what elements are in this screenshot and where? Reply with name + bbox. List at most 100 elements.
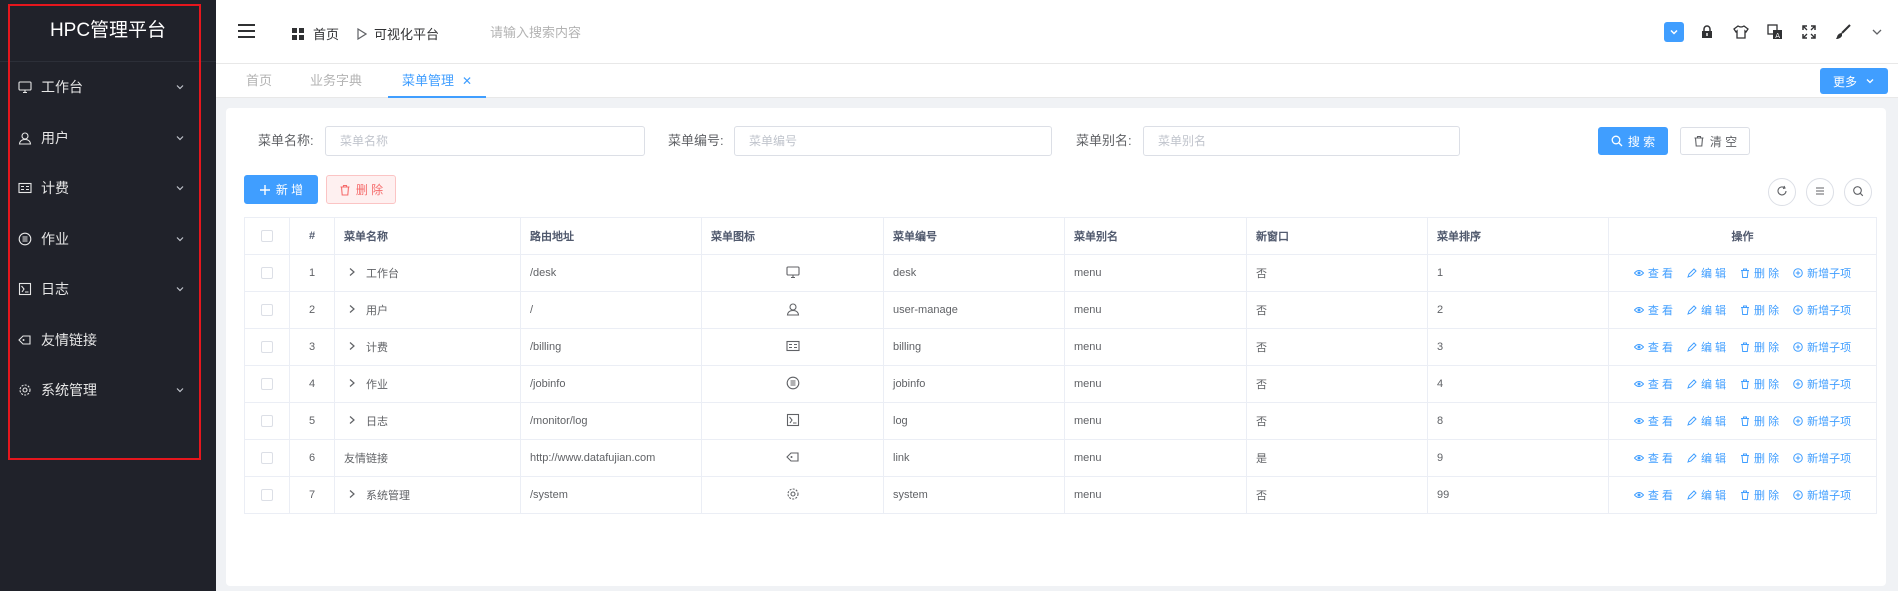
select-all-checkbox[interactable]	[261, 230, 273, 243]
row-code: jobinfo	[883, 365, 1065, 403]
chevron-right-icon[interactable]	[348, 304, 358, 317]
table-row[interactable]: 1 工作台/desk desk menu 否 1 查 看编 辑删 除新增子项	[244, 254, 1877, 292]
view-button[interactable]: 查 看	[1633, 376, 1673, 392]
edit-button[interactable]: 编 辑	[1687, 265, 1726, 281]
add-child-button[interactable]: 新增子项	[1793, 487, 1851, 503]
view-button[interactable]: 查 看	[1633, 413, 1673, 429]
eye-icon	[1633, 342, 1644, 352]
row-index: 2	[289, 291, 335, 329]
toggle-search-button[interactable]	[1844, 178, 1872, 206]
add-child-button[interactable]: 新增子项	[1793, 302, 1851, 318]
table-row[interactable]: 7 系统管理/system system menu 否 99 查 看 编 辑 删 除 新增子项	[244, 476, 1877, 514]
view-button[interactable]: 查 看	[1633, 450, 1673, 466]
menu-alias-input[interactable]	[1143, 126, 1460, 156]
delete-button[interactable]: 删 除	[1740, 339, 1779, 355]
more-button[interactable]: 更多	[1820, 68, 1888, 94]
row-code: link	[883, 439, 1065, 477]
select-cell	[244, 476, 290, 514]
edit-button[interactable]: 编 辑	[1687, 487, 1726, 503]
delete-button[interactable]: 删 除	[1740, 265, 1779, 281]
chevron-right-icon[interactable]	[348, 378, 358, 391]
edit-button[interactable]: 编 辑	[1687, 413, 1726, 429]
row-checkbox[interactable]	[261, 415, 273, 428]
row-checkbox[interactable]	[261, 304, 273, 317]
column-header-code: 菜单编号	[883, 217, 1065, 255]
lock-icon[interactable]	[1696, 21, 1718, 43]
hamburger-menu-icon[interactable]	[238, 22, 258, 40]
edit-button[interactable]: 编 辑	[1687, 376, 1726, 392]
row-checkbox[interactable]	[261, 267, 273, 280]
view-button[interactable]: 查 看	[1633, 265, 1673, 281]
row-alias: menu	[1064, 402, 1247, 440]
table-row[interactable]: 2 用户 / user-manage menu 否 2 查 看编 辑删 除新增子项	[244, 291, 1877, 329]
batch-delete-button[interactable]: 删 除	[326, 175, 396, 204]
chevron-right-icon[interactable]	[348, 267, 358, 280]
chevron-right-icon[interactable]	[348, 341, 358, 354]
menu-code-input[interactable]	[734, 126, 1052, 156]
view-button[interactable]: 查 看	[1633, 339, 1673, 355]
dropdown-toggle-icon[interactable]	[1664, 22, 1684, 42]
add-button-label: 新 增	[275, 183, 304, 197]
edit-button-label: 编 辑	[1700, 268, 1727, 280]
row-checkbox[interactable]	[261, 341, 273, 354]
column-settings-button[interactable]	[1806, 178, 1834, 206]
menu-code-label: 菜单编号:	[668, 133, 724, 148]
delete-button[interactable]: 删 除	[1740, 302, 1779, 318]
menu-name-input[interactable]	[325, 126, 645, 156]
tag-home[interactable]: 首页	[246, 64, 272, 98]
user-menu-chevron-icon[interactable]	[1866, 21, 1888, 43]
view-button[interactable]: 查 看	[1633, 487, 1673, 503]
breadcrumb-current[interactable]: 可视化平台	[357, 24, 439, 43]
add-child-button[interactable]: 新增子项	[1793, 339, 1851, 355]
edit-button[interactable]: 编 辑	[1687, 450, 1726, 466]
fullscreen-icon[interactable]	[1798, 21, 1820, 43]
view-button-label: 查 看	[1647, 453, 1673, 465]
delete-button[interactable]: 删 除	[1740, 487, 1779, 503]
table-row[interactable]: 4 作业/jobinfo jobinfo menu 否 4 查 看编 辑删 除新增子项	[244, 365, 1877, 403]
menu-lines-icon	[1814, 185, 1826, 200]
clear-button-label: 清 空	[1709, 134, 1738, 149]
edit-button[interactable]: 编 辑	[1687, 302, 1726, 318]
delete-button[interactable]: 删 除	[1740, 376, 1779, 392]
grid-icon	[292, 27, 304, 40]
table-row[interactable]: 3 计费/billing billing menu 否 3 查 看编 辑删 除新增子项	[244, 328, 1877, 366]
tag-menu-manage[interactable]: 菜单管理 ✕	[388, 64, 487, 98]
trash-icon	[1740, 416, 1750, 426]
brush-icon[interactable]	[1832, 21, 1854, 43]
close-icon[interactable]: ✕	[462, 74, 472, 88]
table-row[interactable]: 6 友情链接 http://www.datafujian.com link menu 是 9…	[244, 439, 1877, 477]
monitor-icon	[785, 265, 800, 279]
view-button[interactable]: 查 看	[1633, 302, 1673, 318]
add-child-button[interactable]: 新增子项	[1793, 413, 1851, 429]
row-checkbox[interactable]	[261, 489, 273, 502]
add-button[interactable]: 新 增	[244, 175, 318, 204]
translate-icon[interactable]: A	[1764, 21, 1786, 43]
tag-dictionary[interactable]: 业务字典	[310, 64, 362, 98]
header-search-input[interactable]	[490, 18, 750, 46]
row-checkbox[interactable]	[261, 378, 273, 391]
clear-button[interactable]: 清 空	[1680, 127, 1750, 155]
delete-button-label: 删 除	[1754, 268, 1780, 280]
breadcrumb-home[interactable]: 首页	[292, 24, 339, 43]
delete-button[interactable]: 删 除	[1740, 450, 1779, 466]
chevron-right-icon[interactable]	[348, 489, 358, 502]
theme-shirt-icon[interactable]	[1730, 21, 1752, 43]
delete-button-label: 删 除	[1754, 490, 1780, 502]
select-cell	[244, 328, 290, 366]
add-child-button[interactable]: 新增子项	[1793, 450, 1851, 466]
table-row[interactable]: 5 日志/monitor/log log menu 否 8 查 看 编 辑 删 除 新增子项	[244, 402, 1877, 440]
chevron-right-icon[interactable]	[348, 415, 358, 428]
row-path: /desk	[520, 254, 702, 292]
refresh-button[interactable]	[1768, 178, 1796, 206]
row-code: billing	[883, 328, 1065, 366]
delete-button[interactable]: 删 除	[1740, 413, 1779, 429]
view-button-label: 查 看	[1647, 416, 1673, 428]
add-child-button-label: 新增子项	[1807, 379, 1852, 391]
row-checkbox[interactable]	[261, 452, 273, 465]
trash-icon	[1740, 342, 1750, 352]
add-child-button[interactable]: 新增子项	[1793, 265, 1851, 281]
add-child-button[interactable]: 新增子项	[1793, 376, 1851, 392]
edit-button[interactable]: 编 辑	[1687, 339, 1726, 355]
row-sort: 1	[1427, 254, 1609, 292]
search-button[interactable]: 搜 索	[1598, 127, 1668, 155]
